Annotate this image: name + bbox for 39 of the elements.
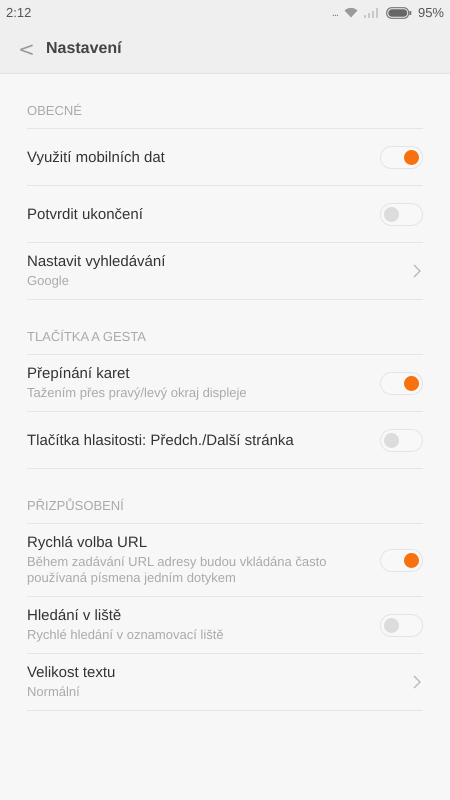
notification-dots: ... [332, 6, 338, 18]
toggle-switch[interactable] [380, 614, 423, 636]
setting-label: Nastavit vyhledávání [27, 253, 166, 270]
battery-icon [386, 6, 412, 18]
setting-label: Tlačítka hlasitosti: Předch./Další stránka [27, 432, 295, 448]
setting-label: Hledání v liště [27, 607, 122, 624]
settings-row[interactable]: Rychlá volba URL Během zadávání URL adresy budou vkládána často používaná písmena jedním dotykem [27, 524, 423, 597]
settings-row[interactable]: Tlačítka hlasitosti: Předch./Další stránka [27, 412, 423, 469]
setting-label: Rychlá volba URL [27, 534, 148, 551]
battery-percent: 95% [418, 5, 444, 20]
setting-label: Přepínání karet [27, 365, 131, 382]
wifi-icon [344, 7, 358, 18]
toggle-switch[interactable] [380, 372, 423, 394]
settings-row[interactable]: Přepínání karet Tažením přes pravý/levý okraj displeje [27, 355, 423, 412]
toggle-switch[interactable] [380, 548, 423, 572]
setting-summary: Během zadávání URL adresy budou vkládána často používaná písmena jedním dotykem [27, 554, 328, 586]
setting-label: Velikost textu [27, 664, 116, 681]
settings-row[interactable]: Nastavit vyhledávání Google [27, 243, 423, 300]
setting-summary: Tažením přes pravý/levý okraj displeje [27, 385, 248, 401]
toggle-switch[interactable] [380, 428, 423, 452]
status-time: 2:12 [6, 5, 32, 20]
settings-row[interactable]: Potvrdit ukončení [27, 186, 423, 243]
chevron-right-icon [413, 264, 421, 278]
setting-summary: Normální [27, 684, 81, 700]
setting-label: Potvrdit ukončení [27, 206, 144, 222]
settings-row[interactable]: Hledání v liště Rychlé hledání v oznamovací liště [27, 597, 423, 654]
settings-row[interactable]: Velikost textu Normální [27, 654, 423, 711]
section-header: OBECNÉ [27, 74, 423, 129]
signal-icon [364, 7, 380, 18]
setting-summary: Rychlé hledání v oznamovací liště [27, 627, 225, 643]
section-header: TLAČÍTKA A GESTA [27, 300, 423, 355]
toggle-switch[interactable] [380, 202, 423, 226]
setting-summary: Google [27, 273, 70, 289]
settings-row[interactable]: Využití mobilních dat [27, 129, 423, 186]
setting-label: Využití mobilních dat [27, 148, 166, 166]
page-title: Nastavení [46, 40, 122, 58]
section-header: PŘIZPŮSOBENÍ [27, 469, 423, 524]
chevron-right-icon [413, 675, 421, 689]
toggle-switch[interactable] [380, 146, 423, 168]
